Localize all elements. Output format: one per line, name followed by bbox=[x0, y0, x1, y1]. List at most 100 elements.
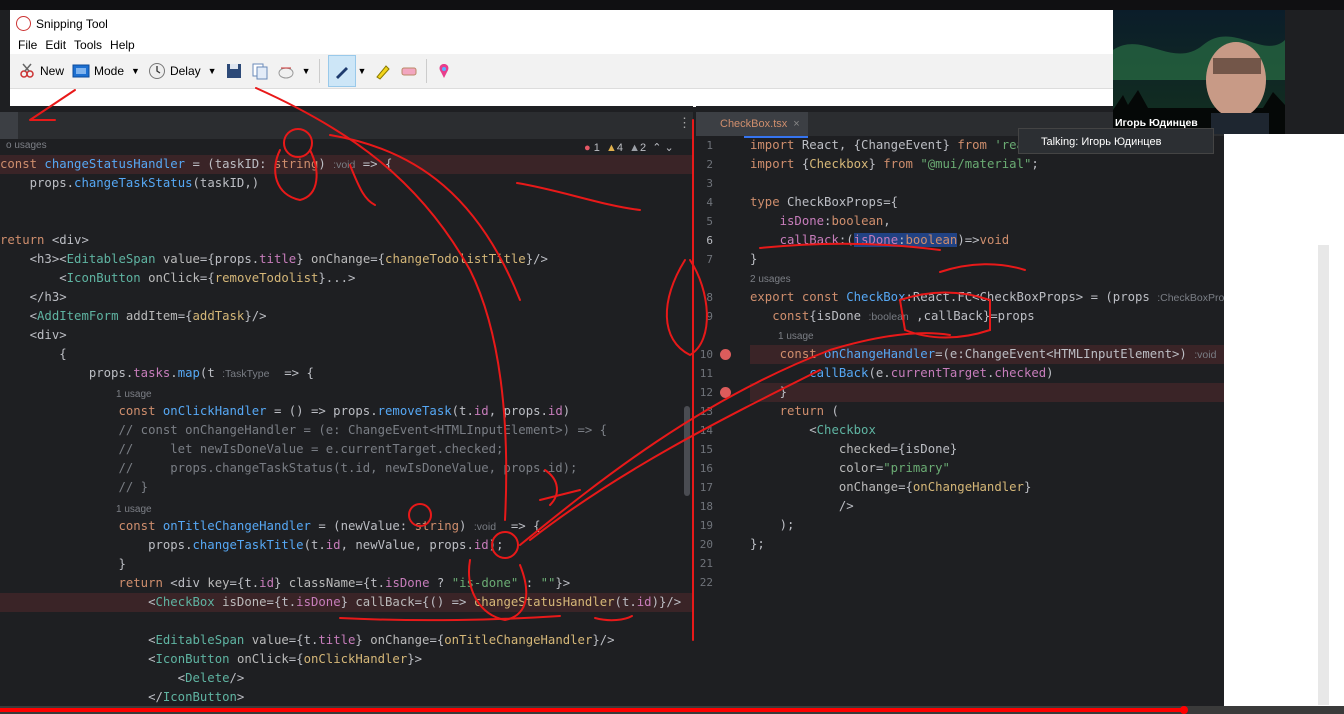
code-line[interactable]: ); bbox=[750, 516, 795, 535]
code-line[interactable]: /> bbox=[750, 497, 854, 516]
new-button[interactable]: New bbox=[18, 58, 64, 84]
delay-dropdown-icon[interactable]: ▼ bbox=[208, 66, 217, 76]
error-icon: ● bbox=[584, 142, 591, 154]
code-line[interactable]: </h3> bbox=[0, 288, 67, 307]
page-scrollbar[interactable] bbox=[1318, 245, 1329, 705]
send-button[interactable]: ▼ bbox=[277, 58, 311, 84]
code-line[interactable]: props.changeTaskStatus(taskID,) bbox=[0, 174, 260, 193]
code-line[interactable]: callBack(e.currentTarget.checked) bbox=[750, 364, 1053, 383]
mode-button[interactable]: Mode ▼ bbox=[72, 58, 140, 84]
warning-icon: ▲ bbox=[605, 142, 617, 154]
menu-tools[interactable]: Tools bbox=[70, 38, 106, 52]
eraser-button[interactable] bbox=[400, 58, 418, 84]
line-number: 15 bbox=[699, 443, 713, 456]
mode-dropdown-icon[interactable]: ▼ bbox=[131, 66, 140, 76]
video-progress-fill bbox=[0, 708, 1185, 712]
code-line[interactable]: // props.changeTaskStatus(t.id, newIsDon… bbox=[0, 459, 577, 478]
code-line[interactable]: const onChangeHandler=(e:ChangeEvent<HTM… bbox=[750, 345, 1246, 364]
code-line[interactable]: onChange={onChangeHandler} bbox=[750, 478, 1032, 497]
code-line[interactable]: checked={isDone} bbox=[750, 440, 957, 459]
code-line[interactable]: <EditableSpan value={t.title} onChange={… bbox=[0, 631, 615, 650]
close-tab-icon[interactable]: × bbox=[793, 118, 799, 130]
breakpoint-icon[interactable] bbox=[720, 387, 731, 398]
webcam-video bbox=[1113, 10, 1285, 134]
code-line[interactable]: <CheckBox isDone={t.isDone} callBack={()… bbox=[0, 593, 693, 612]
code-line[interactable]: } bbox=[750, 250, 757, 269]
menu-file[interactable]: File bbox=[14, 38, 41, 52]
code-line[interactable]: // } bbox=[0, 478, 148, 497]
line-number: 6 bbox=[706, 234, 713, 247]
code-line[interactable]: <IconButton onClick={removeTodolist}...> bbox=[0, 269, 355, 288]
line-number: 11 bbox=[699, 367, 713, 380]
line-number: 21 bbox=[699, 557, 713, 570]
code-line[interactable]: // const onChangeHandler = (e: ChangeEve… bbox=[0, 421, 607, 440]
code-line[interactable]: const changeStatusHandler = (taskID: str… bbox=[0, 155, 693, 174]
menu-bar: File Edit Tools Help bbox=[14, 38, 139, 52]
error-count: 1 bbox=[593, 142, 600, 154]
usage-hint: 1 usage bbox=[116, 504, 152, 515]
chevron-down-icon[interactable]: ⌄ bbox=[665, 142, 674, 154]
code-line[interactable]: </IconButton> bbox=[0, 688, 244, 707]
menu-help[interactable]: Help bbox=[106, 38, 139, 52]
code-line[interactable]: const onTitleChangeHandler = (newValue: … bbox=[0, 517, 540, 536]
usage-hint: o usages bbox=[6, 140, 47, 151]
menu-edit[interactable]: Edit bbox=[41, 38, 70, 52]
toolbar-separator bbox=[318, 59, 320, 83]
code-line[interactable]: <Checkbox bbox=[750, 421, 876, 440]
code-line[interactable]: return <div key={t.id} className={t.isDo… bbox=[0, 574, 570, 593]
code-line[interactable]: callBack:(isDone:boolean)=>void bbox=[750, 231, 1009, 250]
paint3d-button[interactable] bbox=[435, 58, 453, 84]
code-line[interactable]: color="primary" bbox=[750, 459, 950, 478]
paint3d-icon bbox=[439, 64, 449, 78]
code-line[interactable]: return <div> bbox=[0, 231, 89, 250]
code-line[interactable]: } bbox=[750, 383, 1224, 402]
code-line[interactable]: const onClickHandler = () => props.remov… bbox=[0, 402, 570, 421]
video-scrubber-handle[interactable] bbox=[1180, 706, 1188, 714]
breakpoint-icon[interactable] bbox=[720, 349, 731, 360]
inspection-widget[interactable]: ● 1 ▲4 ▲2 ⌃ ⌄ bbox=[584, 141, 674, 154]
code-line[interactable]: type CheckBoxProps={ bbox=[750, 193, 898, 212]
snipping-tool-window: Snipping Tool File Edit Tools Help New M… bbox=[10, 10, 1113, 107]
video-progress-bar[interactable] bbox=[0, 706, 1344, 714]
code-line[interactable]: <div> bbox=[0, 326, 67, 345]
send-dropdown-icon[interactable]: ▼ bbox=[302, 66, 311, 76]
browser-top-strip bbox=[0, 0, 1344, 10]
chevron-up-icon[interactable]: ⌃ bbox=[652, 142, 661, 154]
code-line[interactable]: <Delete/> bbox=[0, 669, 245, 688]
window-title: Snipping Tool bbox=[36, 16, 108, 31]
code-line[interactable]: export const CheckBox:React.FC<CheckBoxP… bbox=[750, 288, 1235, 307]
code-line[interactable]: }; bbox=[750, 535, 765, 554]
copy-button[interactable] bbox=[251, 58, 269, 84]
code-line[interactable]: <h3><EditableSpan value={props.title} on… bbox=[0, 250, 548, 269]
code-line[interactable]: props.changeTaskTitle(t.id, newValue, pr… bbox=[0, 536, 503, 555]
code-line[interactable]: <AddItemForm addItem={addTask}/> bbox=[0, 307, 267, 326]
delay-button[interactable]: Delay ▼ bbox=[148, 58, 217, 84]
code-line[interactable]: { bbox=[0, 345, 66, 364]
code-line[interactable]: return ( bbox=[750, 402, 839, 421]
code-line[interactable]: const{isDone :boolean ,callBack}=props bbox=[750, 307, 1034, 326]
pen-button[interactable] bbox=[327, 55, 356, 87]
line-number: 1 bbox=[706, 139, 713, 152]
line-number: 22 bbox=[699, 576, 713, 589]
code-line[interactable]: import {Checkbox} from "@mui/material"; bbox=[750, 155, 1039, 174]
usage-hint: 2 usages bbox=[750, 274, 791, 285]
code-line[interactable]: props.tasks.map(t :TaskType => { bbox=[0, 364, 314, 383]
line-number: 4 bbox=[706, 196, 713, 209]
line-number: 8 bbox=[706, 291, 713, 304]
save-button[interactable] bbox=[225, 58, 243, 84]
pen-dropdown-icon[interactable]: ▼ bbox=[358, 66, 367, 76]
right-editor: CheckBox.tsx × 1 2 3 4 5 6 7 8 9 10 11 12… bbox=[696, 106, 1246, 708]
code-line[interactable]: import React, {ChangeEvent} from 'react bbox=[750, 136, 1039, 155]
pen-icon bbox=[335, 67, 348, 79]
code-line[interactable]: // let newIsDoneValue = e.currentTarget.… bbox=[0, 440, 503, 459]
more-options-icon[interactable]: ⋮ bbox=[678, 116, 691, 131]
line-number: 2 bbox=[706, 158, 713, 171]
line-number: 14 bbox=[699, 424, 713, 437]
code-line[interactable]: isDone:boolean, bbox=[750, 212, 891, 231]
code-line[interactable]: } bbox=[0, 555, 125, 574]
highlighter-button[interactable] bbox=[374, 58, 392, 84]
code-line[interactable]: <IconButton onClick={onClickHandler}> bbox=[0, 650, 422, 669]
left-scrollbar[interactable] bbox=[684, 406, 690, 496]
left-active-tab[interactable] bbox=[0, 112, 18, 139]
tab-checkbox-tsx[interactable]: CheckBox.tsx × bbox=[696, 112, 808, 138]
